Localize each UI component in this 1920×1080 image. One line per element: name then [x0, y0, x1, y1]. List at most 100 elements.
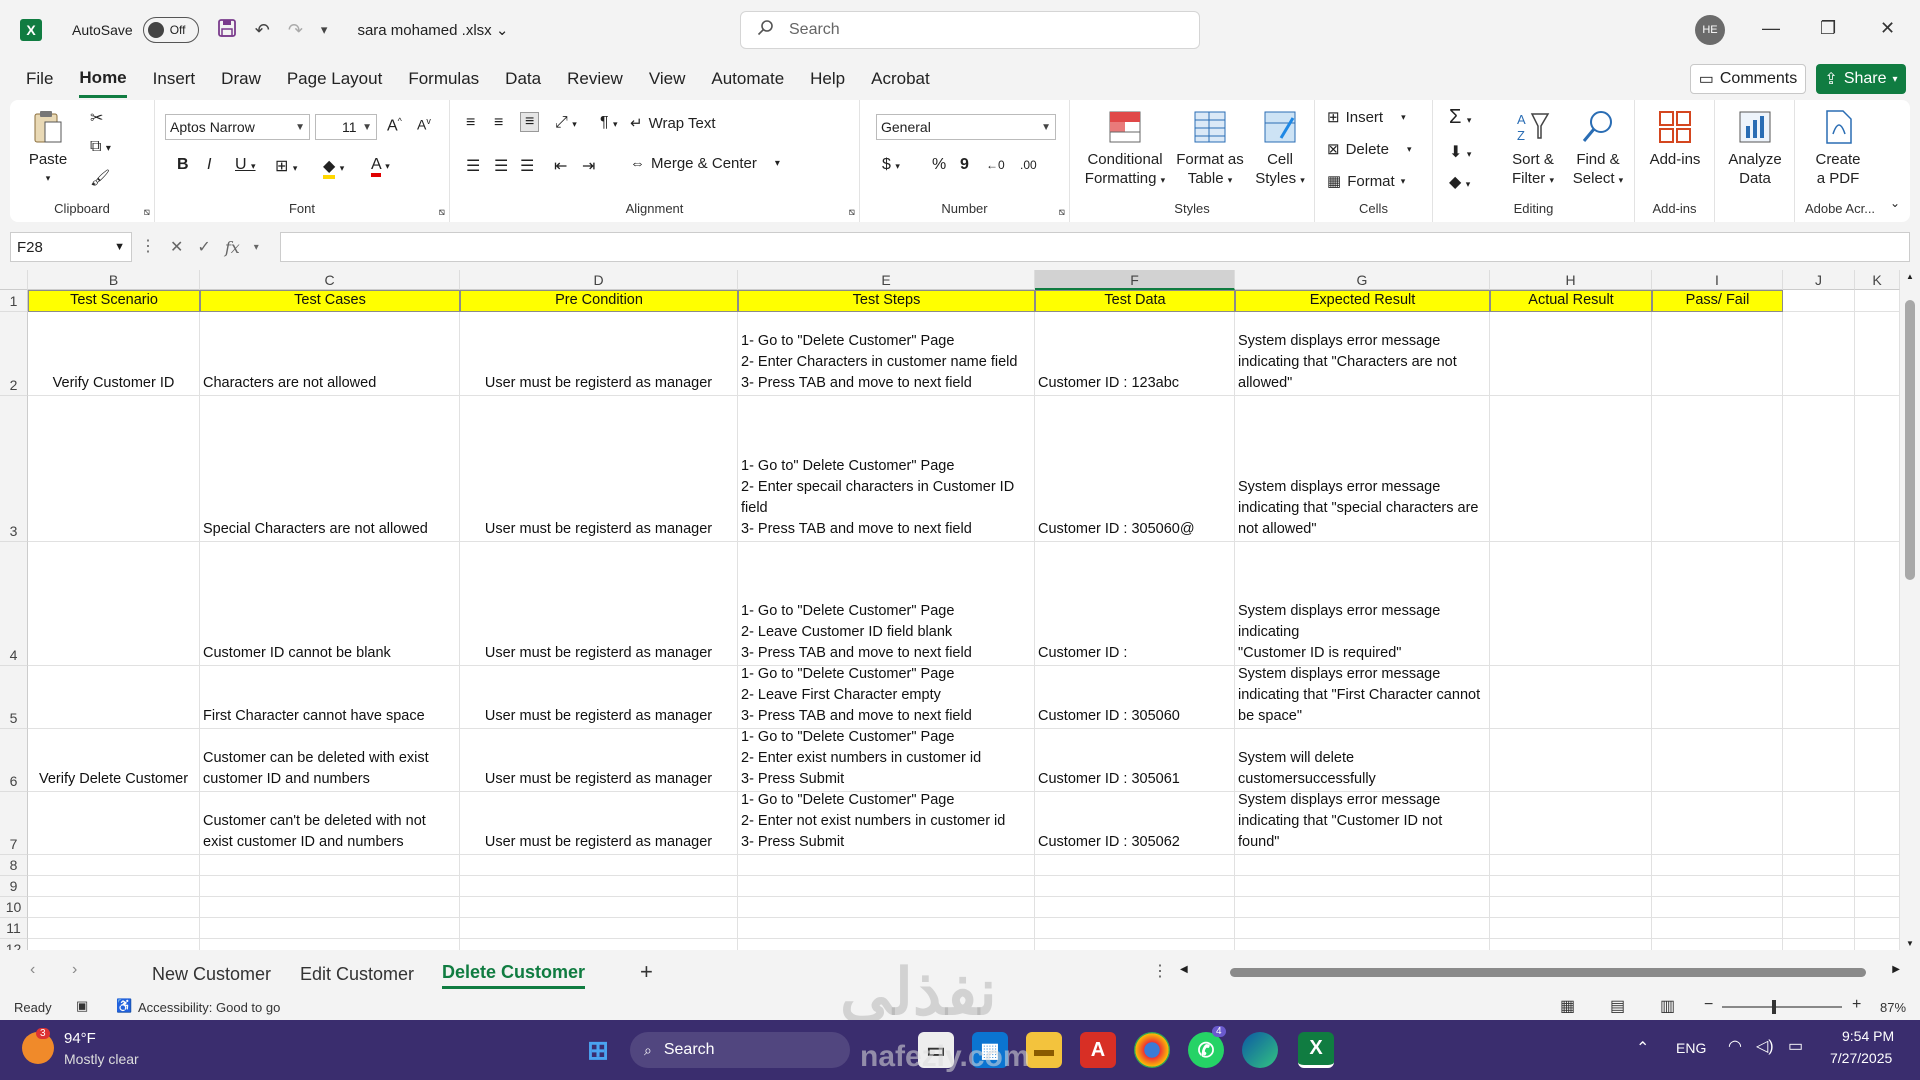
cell-empty[interactable] [1652, 918, 1783, 939]
italic-icon[interactable]: I [207, 156, 211, 174]
row-header[interactable]: 12 [0, 939, 28, 950]
header-actual-result[interactable]: Actual Result [1490, 290, 1652, 312]
cell-empty[interactable] [460, 939, 738, 950]
format-as-table-button[interactable]: Format as Table ▾ [1170, 108, 1250, 190]
wifi-icon[interactable]: ◠ [1728, 1036, 1742, 1056]
font-size-dropdown[interactable]: 11 ▼ [315, 114, 377, 140]
align-top-icon[interactable]: ≡ [466, 114, 475, 132]
table-cell[interactable] [1490, 729, 1652, 792]
row-header[interactable]: 11 [0, 918, 28, 939]
sheet-tab-new-customer[interactable]: New Customer [152, 959, 271, 989]
create-pdf-button[interactable]: Create a PDF [1803, 108, 1873, 188]
search-box[interactable]: Search [740, 11, 1200, 49]
folder-icon[interactable]: ▬ [1026, 1032, 1062, 1068]
addins-button[interactable]: Add-ins [1641, 108, 1709, 169]
align-center-icon[interactable]: ☰ [494, 156, 508, 176]
formula-input[interactable] [280, 232, 1910, 262]
insert-cells-button[interactable]: ⊞ Insert ▾ [1327, 108, 1406, 127]
column-header-b[interactable]: B [28, 270, 200, 290]
table-cell[interactable]: User must be registerd as manager [460, 396, 738, 542]
tab-draw[interactable]: Draw [221, 60, 261, 98]
column-header-g[interactable]: G [1235, 270, 1490, 290]
select-all-corner[interactable] [0, 270, 28, 290]
increase-decimal-icon[interactable]: ←0 [986, 158, 1005, 172]
zoom-level[interactable]: 87% [1880, 1000, 1906, 1015]
wrap-text-button[interactable]: ↵ Wrap Text [630, 114, 716, 133]
cell-empty[interactable] [1783, 666, 1855, 729]
table-cell[interactable]: 1- Go to "Delete Customer" Page 2- Leave… [738, 666, 1035, 729]
font-name-dropdown[interactable]: Aptos Narrow ▼ [165, 114, 310, 140]
zoom-slider[interactable] [1722, 1000, 1842, 1014]
table-cell[interactable]: System displays error message indicating… [1235, 396, 1490, 542]
header-test-steps[interactable]: Test Steps [738, 290, 1035, 312]
table-cell[interactable] [1490, 396, 1652, 542]
table-cell[interactable]: Verify Customer ID [28, 312, 200, 396]
macro-recording-icon[interactable]: ▣ [76, 998, 88, 1014]
number-format-dropdown[interactable]: General ▼ [876, 114, 1056, 140]
table-cell[interactable] [1652, 729, 1783, 792]
cell-empty[interactable] [1490, 918, 1652, 939]
taskbar-search[interactable]: ⌕ Search [630, 1032, 850, 1068]
cell-empty[interactable] [1855, 542, 1900, 666]
table-cell[interactable]: System will delete customersuccessfully [1235, 729, 1490, 792]
cell-empty[interactable] [200, 855, 460, 876]
header-pre-condition[interactable]: Pre Condition [460, 290, 738, 312]
paste-button[interactable]: Paste ▾ [22, 108, 74, 188]
cell-empty[interactable] [1783, 876, 1855, 897]
cell-empty[interactable] [1035, 939, 1235, 950]
cell-empty[interactable] [1783, 542, 1855, 666]
table-cell[interactable]: Customer can be deleted with exist custo… [200, 729, 460, 792]
zoom-in-icon[interactable]: + [1852, 996, 1861, 1014]
bold-icon[interactable]: B [177, 156, 189, 174]
excel-taskbar-icon[interactable]: X [1298, 1032, 1334, 1068]
cell-empty[interactable] [1035, 876, 1235, 897]
tab-file[interactable]: File [26, 60, 53, 98]
cell-empty[interactable] [1855, 939, 1900, 950]
table-cell[interactable]: 1- Go to" Delete Customer" Page 2- Enter… [738, 396, 1035, 542]
comments-button[interactable]: ▭ Comments [1690, 64, 1806, 94]
scroll-up-icon[interactable]: ▲ [1906, 272, 1914, 281]
tab-automate[interactable]: Automate [711, 60, 784, 98]
table-cell[interactable]: Customer ID cannot be blank [200, 542, 460, 666]
cell-empty[interactable] [1783, 729, 1855, 792]
next-sheet-icon[interactable]: › [72, 961, 77, 979]
fx-icon[interactable]: fx [225, 238, 240, 257]
file-explorer-icon[interactable]: ▭ [918, 1032, 954, 1068]
fill-icon[interactable]: ⬇ ▾ [1449, 142, 1471, 162]
align-left-icon[interactable]: ☰ [466, 156, 480, 176]
cell-empty[interactable] [1652, 897, 1783, 918]
table-cell[interactable]: Customer ID : 305060@ [1035, 396, 1235, 542]
increase-indent-icon[interactable]: ⇥ [582, 156, 595, 176]
cell-empty[interactable] [1783, 396, 1855, 542]
table-cell[interactable]: System displays error message indicating… [1235, 542, 1490, 666]
header-test-scenario[interactable]: Test Scenario [28, 290, 200, 312]
customize-qat-icon[interactable]: ▾ [321, 22, 328, 38]
fill-color-icon[interactable]: ◆ ▾ [323, 156, 344, 179]
cell-empty[interactable] [1783, 792, 1855, 855]
table-cell[interactable]: Customer ID : 305060 [1035, 666, 1235, 729]
tab-home[interactable]: Home [79, 60, 127, 98]
row-header[interactable]: 3 [0, 396, 28, 542]
restore-icon[interactable]: ❐ [1820, 18, 1836, 39]
cell-empty[interactable] [1855, 729, 1900, 792]
redo-icon[interactable]: ↷ [288, 20, 303, 41]
column-header-i[interactable]: I [1652, 270, 1783, 290]
language-indicator[interactable]: ENG [1676, 1040, 1706, 1056]
paragraph-direction-icon[interactable]: ¶ ▾ [600, 114, 618, 132]
header-test-data[interactable]: Test Data [1035, 290, 1235, 312]
cell-empty[interactable] [460, 897, 738, 918]
align-middle-icon[interactable]: ≡ [494, 114, 503, 132]
cell-empty[interactable] [460, 918, 738, 939]
cell-empty[interactable] [460, 855, 738, 876]
format-cells-button[interactable]: ▦ Format ▾ [1327, 172, 1405, 191]
autosum-icon[interactable]: Σ ▾ [1449, 106, 1471, 129]
row-header[interactable]: 7 [0, 792, 28, 855]
table-cell[interactable] [1652, 396, 1783, 542]
cell-empty[interactable] [200, 939, 460, 950]
table-cell[interactable] [28, 666, 200, 729]
header-pass-fail[interactable]: Pass/ Fail [1652, 290, 1783, 312]
clock-time[interactable]: 9:54 PM [1842, 1028, 1894, 1044]
cell-empty[interactable] [738, 855, 1035, 876]
tab-help[interactable]: Help [810, 60, 845, 98]
cell-empty[interactable] [1855, 876, 1900, 897]
